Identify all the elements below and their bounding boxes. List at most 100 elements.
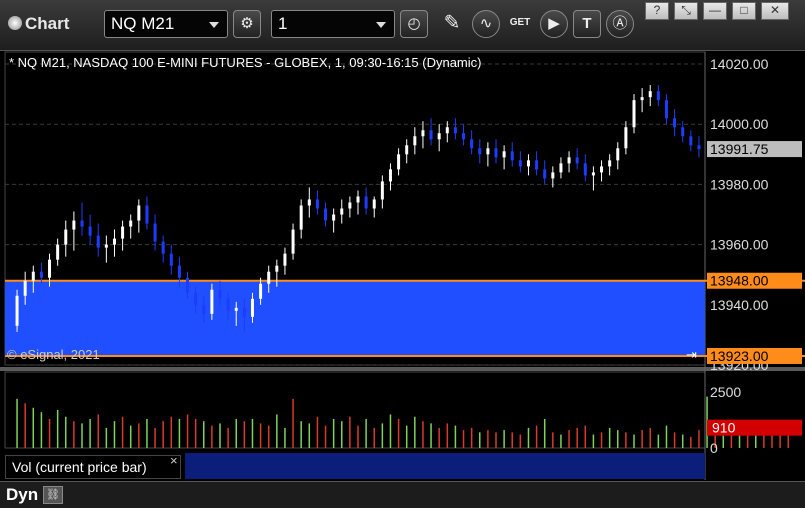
candle-body: [429, 130, 433, 140]
candle-body: [405, 145, 409, 155]
candle-body: [153, 223, 157, 242]
candle-body: [64, 229, 68, 245]
candle-body: [202, 304, 206, 314]
dyn-label[interactable]: Dyn: [6, 485, 38, 505]
candle-body: [470, 139, 474, 149]
candle-body: [177, 265, 181, 278]
price-axis: 13920.0013940.0013960.0013980.0014000.00…: [707, 56, 802, 373]
candle-body: [242, 307, 246, 317]
candle-body: [234, 307, 238, 311]
copyright-text: © eSignal, 2021: [7, 347, 100, 362]
candle-body: [161, 241, 165, 254]
close-legend-icon[interactable]: ×: [170, 453, 178, 468]
chart-canvas[interactable]: 13920.0013940.0013960.0013980.0014000.00…: [0, 0, 805, 507]
candle-body: [88, 226, 92, 236]
bottom-bar: Dyn ⛓: [0, 481, 805, 508]
candle-body: [551, 172, 555, 179]
pane-separator: [0, 367, 805, 371]
candle-body: [380, 181, 384, 200]
candle-body: [31, 271, 35, 281]
candle-body: [259, 283, 263, 299]
candle-body: [299, 205, 303, 230]
candle-body: [567, 157, 571, 164]
volume-legend: Vol (current price bar): [5, 455, 181, 479]
candle-body: [632, 100, 636, 128]
candle-body: [575, 157, 579, 164]
candle-body: [494, 148, 498, 158]
price-marker-label: 13991.75: [710, 141, 769, 157]
candle-body: [437, 133, 441, 140]
candle-body: [559, 163, 563, 173]
price-zone: [5, 280, 705, 356]
volume-tick-label: 2500: [710, 384, 741, 400]
candle-body: [56, 244, 60, 260]
price-tick-label: 14000.00: [710, 116, 769, 132]
candle-body: [364, 196, 368, 209]
candle-body: [186, 277, 190, 293]
candle-body: [673, 118, 677, 128]
candle-body: [169, 253, 173, 266]
candle-body: [137, 205, 141, 221]
candle-body: [307, 199, 311, 206]
candle-body: [681, 127, 685, 137]
candle-body: [413, 136, 417, 146]
candle-body: [656, 91, 660, 101]
candle-body: [526, 160, 530, 167]
candle-body: [445, 127, 449, 134]
candle-body: [600, 166, 604, 173]
candle-body: [591, 172, 595, 176]
candle-body: [39, 271, 43, 278]
candle-body: [291, 229, 295, 254]
price-grid: [0, 51, 805, 480]
candle-body: [462, 133, 466, 140]
candle-body: [15, 295, 19, 326]
candle-body: [486, 148, 490, 155]
volume-pane-frame: [4, 371, 706, 449]
volume-legend-bar: [185, 453, 705, 479]
scroll-right-icon[interactable]: ⇥: [686, 347, 697, 363]
candle-body: [608, 160, 612, 167]
candle-body: [388, 169, 392, 182]
candle-body: [112, 238, 116, 245]
candle-body: [121, 226, 125, 239]
candle-body: [348, 202, 352, 209]
candle-body: [372, 199, 376, 209]
candle-body: [23, 280, 27, 296]
candle-body: [72, 220, 76, 230]
candle-body: [218, 289, 222, 299]
price-tick-label: 13940.00: [710, 297, 769, 313]
candle-body: [104, 244, 108, 248]
candle-body: [226, 298, 230, 311]
price-tick-label: 13960.00: [710, 237, 769, 253]
candle-body: [194, 292, 198, 305]
candle-body: [397, 154, 401, 170]
chart-header: * NQ M21, NASDAQ 100 E-MINI FUTURES - GL…: [9, 55, 482, 70]
candle-body: [664, 100, 668, 119]
candle-body: [283, 253, 287, 266]
candle-body: [697, 145, 701, 150]
volume-tick-label: 0: [710, 440, 718, 456]
candle-body: [315, 199, 319, 209]
candle-body: [250, 298, 254, 317]
candle-body: [453, 127, 457, 134]
candle-body: [624, 127, 628, 149]
lock-icon[interactable]: ⛓: [43, 486, 63, 504]
candle-body: [80, 220, 84, 227]
candle-body: [145, 205, 149, 224]
candle-body: [502, 151, 506, 158]
candle-body: [421, 130, 425, 137]
candle-body: [543, 169, 547, 179]
candle-body: [48, 259, 52, 278]
candle-body: [510, 151, 514, 161]
volume-marker-label: 910: [712, 420, 736, 436]
candle-body: [518, 160, 522, 167]
candle-body: [96, 235, 100, 248]
candle-body: [616, 148, 620, 161]
candle-body: [356, 196, 360, 203]
price-tick-label: 13980.00: [710, 176, 769, 192]
candle-body: [324, 208, 328, 221]
candle-body: [275, 265, 279, 272]
candle-body: [332, 214, 336, 221]
candle-body: [129, 220, 133, 227]
candle-body: [583, 163, 587, 176]
